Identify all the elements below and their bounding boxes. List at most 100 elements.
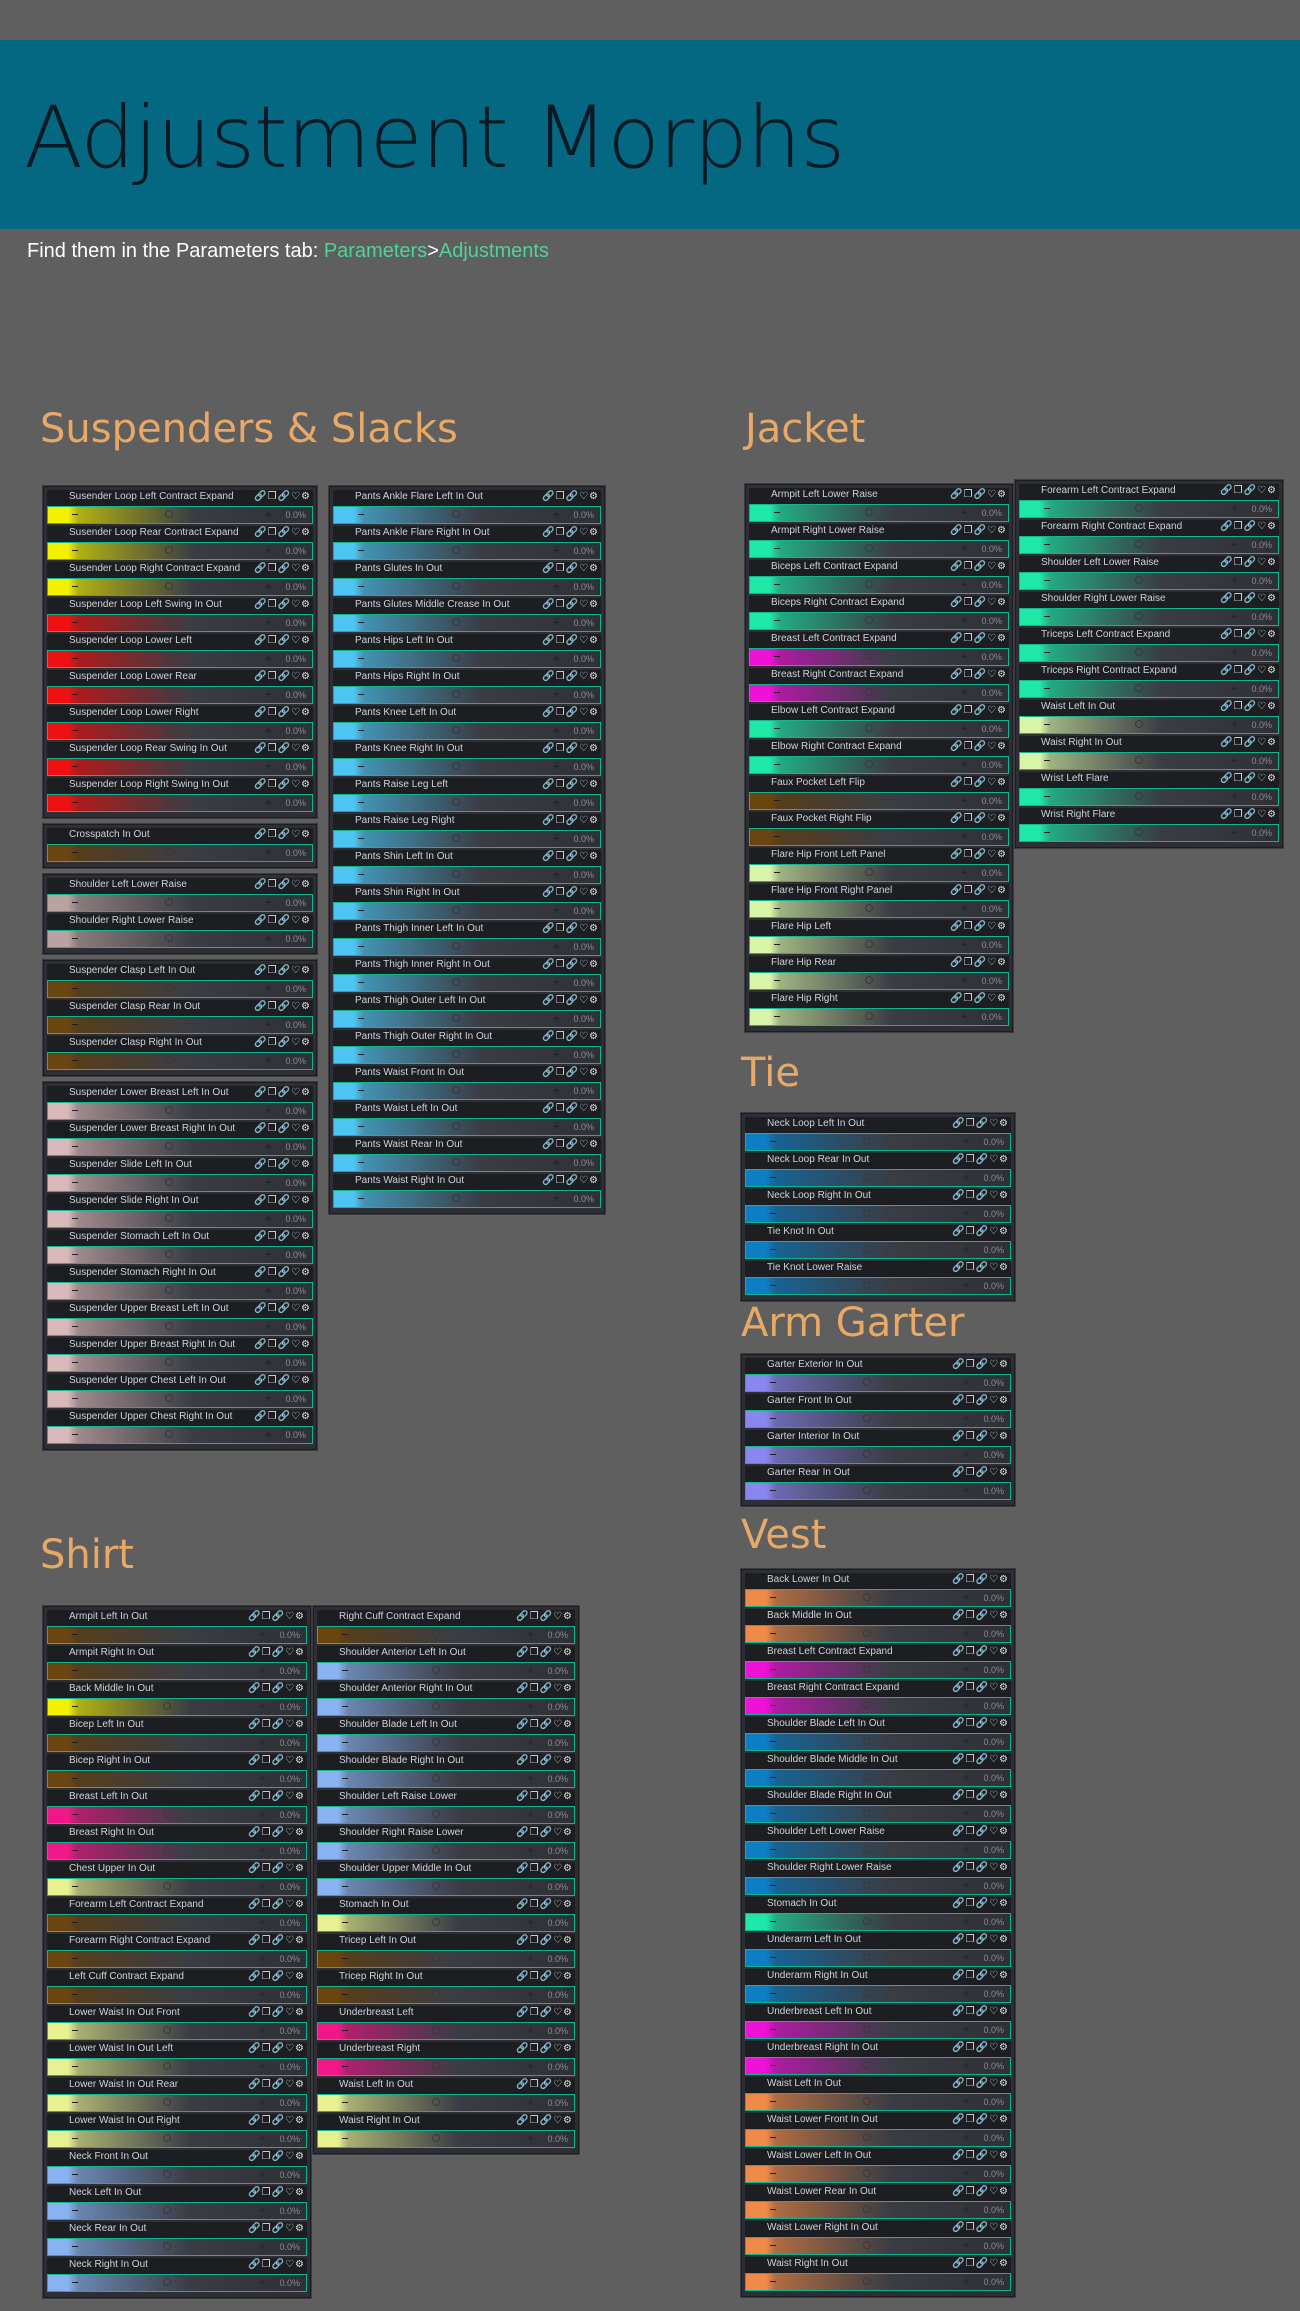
slider-knob[interactable]: [162, 2134, 171, 2142]
row-action-icons[interactable]: 🔗❐🔗♡⚙: [952, 2222, 1009, 2233]
slider-knob[interactable]: [431, 2062, 440, 2070]
row-action-icons[interactable]: 🔗❐🔗♡⚙: [254, 707, 311, 718]
slider-knob[interactable]: [452, 906, 461, 914]
morph-slider[interactable]: +0.0%: [47, 930, 313, 948]
morph-slider[interactable]: +0.0%: [47, 1986, 307, 2004]
slider-knob[interactable]: [864, 976, 873, 984]
slider-knob[interactable]: [863, 1281, 872, 1289]
slider-knob[interactable]: [1134, 792, 1143, 800]
slider-knob[interactable]: [431, 2026, 440, 2034]
morph-slider[interactable]: +0.0%: [47, 1914, 307, 1932]
slider-knob[interactable]: [452, 942, 461, 950]
morph-slider[interactable]: +0.0%: [47, 844, 313, 862]
morph-slider[interactable]: +0.0%: [745, 1841, 1011, 1859]
slider-knob[interactable]: [452, 618, 461, 626]
morph-slider[interactable]: +0.0%: [1019, 788, 1279, 806]
morph-slider[interactable]: +0.0%: [333, 938, 601, 956]
slider-knob[interactable]: [863, 1245, 872, 1253]
slider-knob[interactable]: [165, 546, 174, 554]
slider-knob[interactable]: [452, 1122, 461, 1130]
slider-knob[interactable]: [165, 1142, 174, 1150]
slider-knob[interactable]: [863, 1665, 872, 1673]
row-action-icons[interactable]: 🔗❐🔗♡⚙: [516, 1611, 573, 1622]
row-action-icons[interactable]: 🔗❐🔗♡⚙: [248, 1719, 305, 1730]
morph-slider[interactable]: +0.0%: [333, 1082, 601, 1100]
row-action-icons[interactable]: 🔗❐🔗♡⚙: [952, 1190, 1009, 1201]
slider-knob[interactable]: [162, 2026, 171, 2034]
row-action-icons[interactable]: 🔗❐🔗♡⚙: [254, 599, 311, 610]
slider-knob[interactable]: [863, 1845, 872, 1853]
slider-knob[interactable]: [162, 2098, 171, 2106]
morph-slider[interactable]: +0.0%: [47, 2238, 307, 2256]
row-action-icons[interactable]: 🔗❐🔗♡⚙: [542, 959, 599, 970]
slider-knob[interactable]: [863, 2133, 872, 2141]
morph-slider[interactable]: +0.0%: [333, 974, 601, 992]
row-action-icons[interactable]: 🔗❐🔗♡⚙: [254, 1411, 311, 1422]
row-action-icons[interactable]: 🔗❐🔗♡⚙: [516, 2115, 573, 2126]
slider-knob[interactable]: [165, 510, 174, 518]
row-action-icons[interactable]: 🔗❐🔗♡⚙: [952, 1359, 1009, 1370]
slider-knob[interactable]: [863, 1173, 872, 1181]
morph-slider[interactable]: +0.0%: [47, 758, 313, 776]
morph-slider[interactable]: +0.0%: [745, 1877, 1011, 1895]
slider-knob[interactable]: [864, 724, 873, 732]
row-action-icons[interactable]: 🔗❐🔗♡⚙: [950, 777, 1007, 788]
row-action-icons[interactable]: 🔗❐🔗♡⚙: [516, 1719, 573, 1730]
morph-slider[interactable]: +0.0%: [317, 2130, 575, 2148]
morph-slider[interactable]: +0.0%: [745, 1410, 1011, 1428]
morph-slider[interactable]: +0.0%: [317, 1662, 575, 1680]
row-action-icons[interactable]: 🔗❐🔗♡⚙: [952, 1718, 1009, 1729]
slider-knob[interactable]: [162, 1810, 171, 1818]
slider-knob[interactable]: [863, 1378, 872, 1386]
morph-slider[interactable]: +0.0%: [47, 980, 313, 998]
morph-slider[interactable]: +0.0%: [749, 972, 1009, 990]
slider-knob[interactable]: [165, 582, 174, 590]
row-action-icons[interactable]: 🔗❐🔗♡⚙: [254, 1159, 311, 1170]
row-action-icons[interactable]: 🔗❐🔗♡⚙: [1220, 701, 1277, 712]
row-action-icons[interactable]: 🔗❐🔗♡⚙: [1220, 665, 1277, 676]
row-action-icons[interactable]: 🔗❐🔗♡⚙: [542, 995, 599, 1006]
row-action-icons[interactable]: 🔗❐🔗♡⚙: [542, 707, 599, 718]
morph-slider[interactable]: +0.0%: [333, 506, 601, 524]
morph-slider[interactable]: +0.0%: [745, 1205, 1011, 1223]
slider-knob[interactable]: [452, 582, 461, 590]
morph-slider[interactable]: +0.0%: [333, 686, 601, 704]
row-action-icons[interactable]: 🔗❐🔗♡⚙: [516, 1935, 573, 1946]
slider-knob[interactable]: [863, 1629, 872, 1637]
morph-slider[interactable]: +0.0%: [47, 1354, 313, 1372]
slider-knob[interactable]: [431, 1774, 440, 1782]
slider-knob[interactable]: [431, 1666, 440, 1674]
slider-knob[interactable]: [165, 1178, 174, 1186]
morph-slider[interactable]: +0.0%: [745, 1805, 1011, 1823]
slider-knob[interactable]: [431, 2098, 440, 2106]
slider-knob[interactable]: [452, 654, 461, 662]
slider-knob[interactable]: [162, 1846, 171, 1854]
slider-knob[interactable]: [863, 2061, 872, 2069]
morph-slider[interactable]: +0.0%: [1019, 716, 1279, 734]
slider-knob[interactable]: [431, 1630, 440, 1638]
morph-slider[interactable]: +0.0%: [47, 1662, 307, 1680]
slider-knob[interactable]: [863, 1486, 872, 1494]
morph-slider[interactable]: +0.0%: [745, 1589, 1011, 1607]
row-action-icons[interactable]: 🔗❐🔗♡⚙: [254, 1195, 311, 1206]
row-action-icons[interactable]: 🔗❐🔗♡⚙: [952, 1970, 1009, 1981]
morph-slider[interactable]: +0.0%: [745, 1374, 1011, 1392]
morph-slider[interactable]: +0.0%: [333, 794, 601, 812]
morph-slider[interactable]: +0.0%: [333, 1154, 601, 1172]
morph-slider[interactable]: +0.0%: [749, 900, 1009, 918]
slider-knob[interactable]: [162, 1630, 171, 1638]
slider-knob[interactable]: [452, 762, 461, 770]
slider-knob[interactable]: [162, 2170, 171, 2178]
morph-slider[interactable]: +0.0%: [47, 794, 313, 812]
slider-knob[interactable]: [864, 616, 873, 624]
morph-slider[interactable]: +0.0%: [333, 578, 601, 596]
morph-slider[interactable]: +0.0%: [333, 1046, 601, 1064]
slider-knob[interactable]: [863, 2169, 872, 2177]
morph-slider[interactable]: +0.0%: [749, 504, 1009, 522]
morph-slider[interactable]: +0.0%: [317, 1770, 575, 1788]
row-action-icons[interactable]: 🔗❐🔗♡⚙: [952, 2006, 1009, 2017]
row-action-icons[interactable]: 🔗❐🔗♡⚙: [1220, 485, 1277, 496]
morph-slider[interactable]: +0.0%: [745, 1482, 1011, 1500]
morph-slider[interactable]: +0.0%: [47, 1210, 313, 1228]
row-action-icons[interactable]: 🔗❐🔗♡⚙: [516, 1971, 573, 1982]
